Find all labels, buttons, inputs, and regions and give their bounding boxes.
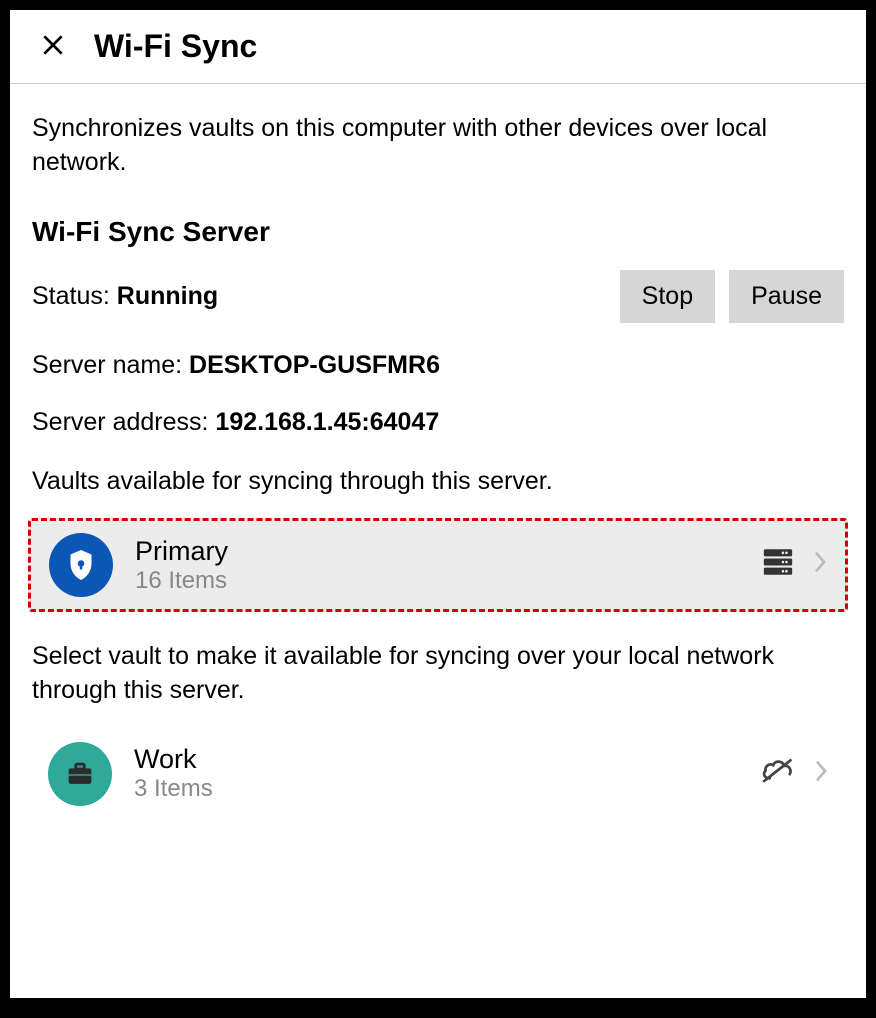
- panel-title: Wi-Fi Sync: [94, 28, 257, 65]
- chevron-right-icon: [813, 548, 827, 582]
- chevron-right-icon: [814, 757, 828, 791]
- server-stack-icon: [761, 547, 795, 584]
- server-name-line: Server name: DESKTOP-GUSFMR6: [32, 351, 844, 380]
- cloud-off-icon: [760, 755, 796, 792]
- vault-info: Primary 16 Items: [135, 536, 739, 595]
- select-vault-description: Select vault to make it available for sy…: [32, 640, 844, 708]
- wifi-sync-panel: Wi-Fi Sync Synchronizes vaults on this c…: [10, 10, 866, 998]
- server-address-label: Server address:: [32, 408, 215, 436]
- status-label: Status:: [32, 282, 117, 310]
- panel-header: Wi-Fi Sync: [10, 10, 866, 84]
- vault-row-work[interactable]: Work 3 Items: [32, 728, 844, 820]
- vault-shield-icon: [49, 533, 113, 597]
- vault-row-primary[interactable]: Primary 16 Items: [28, 518, 848, 612]
- server-name-value: DESKTOP-GUSFMR6: [189, 351, 440, 379]
- available-vaults-description: Vaults available for syncing through thi…: [32, 465, 844, 499]
- close-icon[interactable]: [40, 31, 66, 63]
- vault-item-count: 16 Items: [135, 567, 739, 595]
- server-section-title: Wi-Fi Sync Server: [32, 216, 844, 248]
- briefcase-icon: [48, 742, 112, 806]
- vault-info: Work 3 Items: [134, 744, 738, 803]
- vault-name: Primary: [135, 536, 739, 567]
- panel-description: Synchronizes vaults on this computer wit…: [32, 112, 844, 180]
- server-address-line: Server address: 192.168.1.45:64047: [32, 408, 844, 437]
- vault-item-count: 3 Items: [134, 775, 738, 803]
- server-status: Status: Running: [32, 282, 218, 311]
- server-address-value: 192.168.1.45:64047: [215, 408, 439, 436]
- server-name-label: Server name:: [32, 351, 189, 379]
- pause-button[interactable]: Pause: [729, 270, 844, 323]
- status-value: Running: [117, 282, 218, 310]
- stop-button[interactable]: Stop: [620, 270, 715, 323]
- vault-name: Work: [134, 744, 738, 775]
